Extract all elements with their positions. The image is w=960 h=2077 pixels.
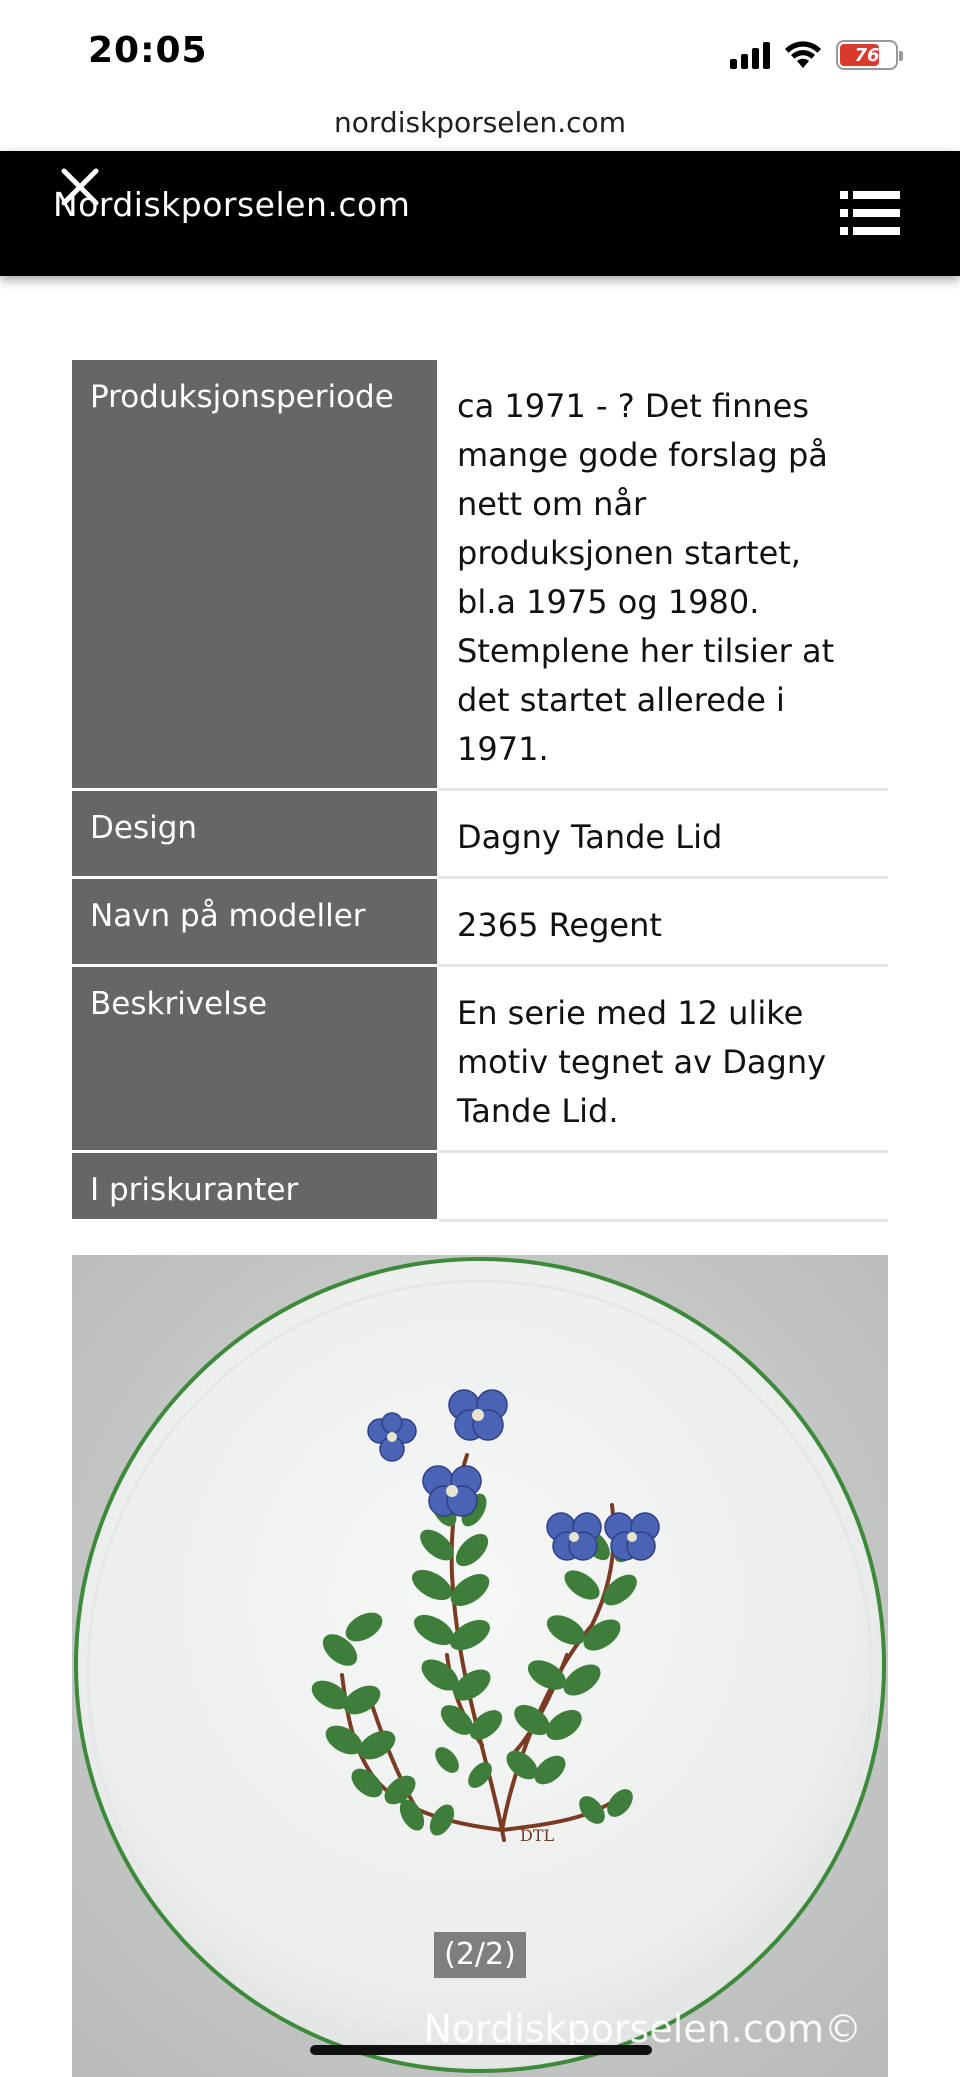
row-value: ca 1971 - ? Det finnes mange gode forsla… xyxy=(439,360,888,788)
row-value xyxy=(439,1153,888,1219)
status-bar: 20:05 76 xyxy=(0,0,960,110)
url-bar[interactable]: nordiskporselen.com xyxy=(0,98,960,148)
table-row: Beskrivelse En serie med 12 ulike motiv … xyxy=(72,967,888,1153)
site-header: Nordiskporselen.com xyxy=(0,151,960,276)
row-label: Design xyxy=(72,791,439,879)
row-label: Beskrivelse xyxy=(72,967,439,1153)
row-label: Produksjonsperiode xyxy=(72,360,439,791)
table-row: Design Dagny Tande Lid xyxy=(72,791,888,879)
home-indicator[interactable] xyxy=(310,2045,652,2055)
site-title[interactable]: Nordiskporselen.com xyxy=(53,185,410,224)
image-gallery[interactable]: DTL (2/2) Nordiskporselen.com© xyxy=(72,1255,888,2077)
menu-icon[interactable] xyxy=(840,189,900,237)
plate-signature: DTL xyxy=(520,1826,555,1845)
table-row: Produksjonsperiode ca 1971 - ? Det finne… xyxy=(72,360,888,791)
battery-level: 76 xyxy=(854,44,880,66)
info-table: Produksjonsperiode ca 1971 - ? Det finne… xyxy=(72,360,888,1222)
row-label: I priskuranter xyxy=(72,1153,439,1222)
row-value: En serie med 12 ulike motiv tegnet av Da… xyxy=(439,967,888,1150)
table-row: I priskuranter xyxy=(72,1153,888,1222)
status-icons: 76 xyxy=(730,38,903,72)
table-row: Navn på modeller 2365 Regent xyxy=(72,879,888,967)
row-value: 2365 Regent xyxy=(439,879,888,964)
wifi-icon xyxy=(785,41,821,68)
status-time: 20:05 xyxy=(88,30,208,71)
signal-icon xyxy=(730,41,770,69)
row-value: Dagny Tande Lid xyxy=(439,791,888,876)
close-icon[interactable] xyxy=(58,165,102,209)
row-label: Navn på modeller xyxy=(72,879,439,967)
battery-icon: 76 xyxy=(836,40,903,70)
image-counter: (2/2) xyxy=(434,1932,526,1978)
